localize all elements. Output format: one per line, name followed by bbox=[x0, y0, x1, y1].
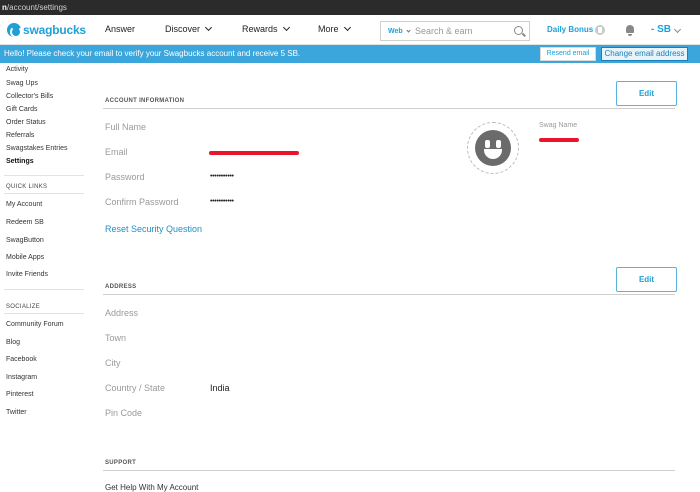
smiley-avatar-icon bbox=[475, 130, 511, 166]
sidebar-item-order-status[interactable]: Order Status bbox=[6, 119, 46, 126]
sidebar-item-gift-cards[interactable]: Gift Cards bbox=[6, 106, 38, 113]
password-label: Password bbox=[105, 172, 145, 182]
redacted-email bbox=[209, 151, 299, 155]
browser-url-bar[interactable]: n/account/settings bbox=[0, 0, 700, 15]
sidebar-item-twitter[interactable]: Twitter bbox=[6, 409, 27, 416]
chevron-down-icon bbox=[282, 23, 290, 32]
socialize-heading: SOCIALIZE bbox=[6, 304, 41, 310]
change-email-button[interactable]: Change email address bbox=[601, 47, 688, 61]
nav-more[interactable]: More bbox=[318, 23, 351, 34]
url-path: /account/settings bbox=[6, 3, 67, 12]
nav-discover-label: Discover bbox=[165, 24, 201, 34]
email-label: Email bbox=[105, 147, 128, 157]
account-info-heading: ACCOUNT INFORMATION bbox=[105, 98, 185, 104]
search-input[interactable] bbox=[415, 26, 511, 36]
confirm-password-label: Confirm Password bbox=[105, 197, 179, 207]
avatar-eye bbox=[496, 140, 501, 148]
swag-name-label: Swag Name bbox=[539, 122, 578, 129]
search-box: Web bbox=[380, 21, 530, 41]
nav-answer-label: Answer bbox=[105, 24, 136, 34]
sidebar-item-invite-friends[interactable]: Invite Friends bbox=[6, 271, 48, 278]
quick-links-heading: QUICK LINKS bbox=[6, 184, 48, 190]
sidebar-item-referrals[interactable]: Referrals bbox=[6, 132, 34, 139]
sidebar-item-swagbutton[interactable]: SwagButton bbox=[6, 237, 44, 244]
chevron-down-icon bbox=[406, 27, 411, 33]
nav-discover[interactable]: Discover bbox=[165, 23, 213, 34]
redacted-swag-name bbox=[539, 138, 579, 142]
reset-security-question-link[interactable]: Reset Security Question bbox=[105, 224, 202, 234]
chevron-down-icon bbox=[204, 23, 213, 32]
avatar-mouth bbox=[484, 149, 502, 159]
verify-email-banner: Hello! Please check your email to verify… bbox=[0, 45, 700, 63]
chevron-down-icon bbox=[673, 25, 682, 34]
sidebar-item-swag-ups[interactable]: Swag Ups bbox=[6, 80, 38, 87]
logo-text: swagbucks bbox=[23, 23, 86, 37]
get-help-link[interactable]: Get Help With My Account bbox=[105, 483, 198, 492]
search-scope-select[interactable]: Web bbox=[381, 28, 415, 35]
sidebar-item-swagstakes[interactable]: Swagstakes Entries bbox=[6, 145, 67, 152]
sidebar: Activity Swag Ups Collector's Bills Gift… bbox=[0, 63, 84, 490]
section-divider bbox=[103, 108, 675, 109]
sidebar-item-settings[interactable]: Settings bbox=[6, 158, 34, 165]
city-label: City bbox=[105, 358, 121, 368]
sidebar-item-redeem-sb[interactable]: Redeem SB bbox=[6, 219, 44, 226]
resend-email-button[interactable]: Resend email bbox=[540, 47, 596, 61]
sidebar-divider bbox=[4, 175, 84, 176]
sidebar-item-blog[interactable]: Blog bbox=[6, 339, 20, 346]
sb-balance-value: - SB bbox=[651, 24, 671, 35]
avatar-eye bbox=[485, 140, 490, 148]
password-value: ••••••••••• bbox=[210, 173, 234, 180]
edit-account-button[interactable]: Edit bbox=[616, 81, 677, 106]
sidebar-divider bbox=[4, 193, 84, 194]
sidebar-item-facebook[interactable]: Facebook bbox=[6, 356, 37, 363]
sidebar-item-instagram[interactable]: Instagram bbox=[6, 374, 37, 381]
sidebar-divider bbox=[4, 289, 84, 290]
sidebar-item-pinterest[interactable]: Pinterest bbox=[6, 391, 34, 398]
nav-rewards[interactable]: Rewards bbox=[242, 23, 290, 34]
nav-more-label: More bbox=[318, 24, 339, 34]
notification-bell-icon[interactable] bbox=[626, 25, 634, 36]
edit-address-button[interactable]: Edit bbox=[616, 267, 677, 292]
sidebar-divider bbox=[4, 313, 84, 314]
daily-bonus-link[interactable]: Daily Bonus bbox=[547, 25, 593, 34]
sidebar-item-community-forum[interactable]: Community Forum bbox=[6, 321, 64, 328]
confirm-password-value: ••••••••••• bbox=[210, 198, 234, 205]
nav-answer[interactable]: Answer bbox=[105, 24, 135, 34]
daily-bonus-icon[interactable] bbox=[595, 25, 605, 35]
swagbucks-logo[interactable]: swagbucks bbox=[7, 22, 86, 38]
avatar[interactable] bbox=[467, 122, 519, 174]
sb-balance[interactable]: - SB bbox=[651, 24, 682, 35]
country-state-value: India bbox=[210, 383, 230, 393]
section-divider bbox=[103, 470, 675, 471]
full-name-label: Full Name bbox=[105, 122, 147, 132]
top-nav: swagbucks Answer Discover Rewards More W… bbox=[0, 15, 700, 45]
sidebar-item-mobile-apps[interactable]: Mobile Apps bbox=[6, 254, 44, 261]
sidebar-item-collectors-bills[interactable]: Collector's Bills bbox=[6, 93, 53, 100]
address-label: Address bbox=[105, 308, 139, 318]
search-scope-label: Web bbox=[388, 27, 403, 35]
search-icon[interactable] bbox=[514, 26, 523, 35]
sidebar-item-my-account[interactable]: My Account bbox=[6, 201, 42, 208]
settings-content: ACCOUNT INFORMATION Edit Full Name Email… bbox=[95, 63, 700, 492]
chevron-down-icon bbox=[343, 23, 351, 32]
pin-code-label: Pin Code bbox=[105, 408, 143, 418]
town-label: Town bbox=[105, 333, 127, 343]
verify-email-message: Hello! Please check your email to verify… bbox=[4, 49, 301, 58]
nav-rewards-label: Rewards bbox=[242, 24, 278, 34]
section-divider bbox=[103, 294, 675, 295]
sidebar-item-activity[interactable]: Activity bbox=[6, 66, 28, 73]
support-heading: SUPPORT bbox=[105, 460, 137, 466]
country-state-label: Country / State bbox=[105, 383, 166, 393]
logo-icon bbox=[7, 23, 22, 38]
address-heading: ADDRESS bbox=[105, 284, 137, 290]
